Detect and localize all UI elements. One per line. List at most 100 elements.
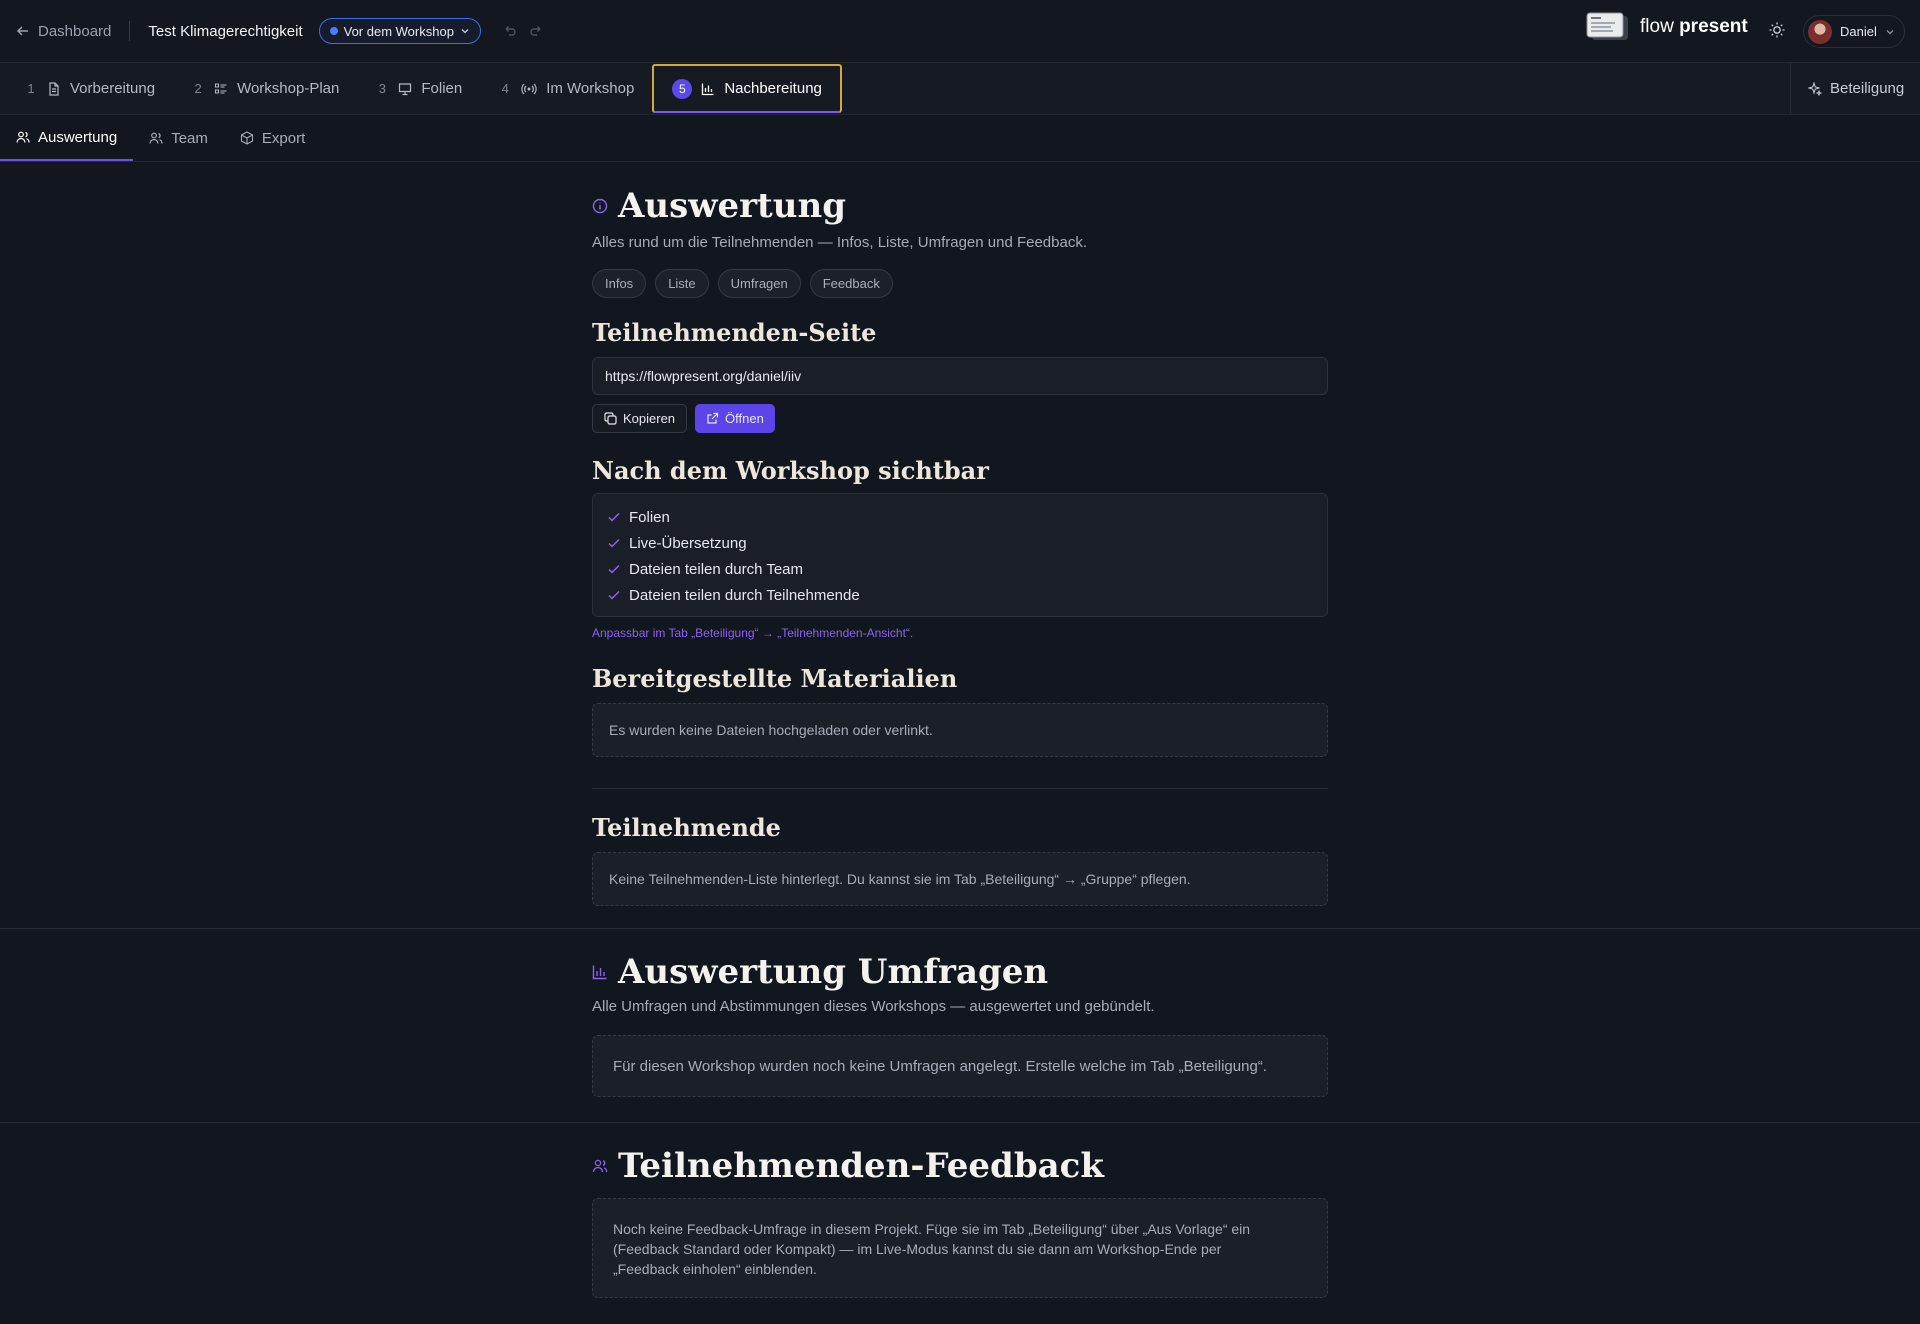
status-dot-icon	[329, 27, 338, 35]
redo-icon[interactable]	[529, 24, 543, 38]
empty-state-line: (Feedback Standard oder Kompakt) — im Li…	[613, 1241, 1222, 1257]
undo-icon[interactable]	[503, 24, 517, 38]
copy-label: Kopieren	[623, 411, 676, 426]
step-label: Im Workshop	[546, 80, 635, 97]
auswertung-section: Auswertung Alles rund um die Teilnehmend…	[592, 186, 1328, 298]
list-item: Dateien teilen durch Team	[607, 556, 1313, 582]
subtab-auswertung[interactable]: Auswertung	[0, 115, 134, 161]
umfragen-section: Auswertung Umfragen Alle Umfragen und Ab…	[592, 952, 1328, 1097]
chip-umfragen[interactable]: Umfragen	[717, 269, 801, 298]
sparkles-icon	[1808, 81, 1822, 96]
step-tab-nachbereitung[interactable]: 5 Nachbereitung	[652, 64, 842, 113]
list-item-label: Dateien teilen durch Team	[629, 560, 803, 578]
open-label: Öffnen	[725, 411, 764, 426]
empty-state: Für diesen Workshop wurden noch keine Um…	[592, 1035, 1328, 1097]
empty-state: Keine Teilnehmenden-Liste hinterlegt. Du…	[592, 852, 1328, 906]
subtabs: Auswertung Team Export	[0, 115, 1920, 162]
user-name: Daniel	[1840, 24, 1877, 39]
divider	[0, 928, 1920, 929]
project-title: Test Klimagerechtigkeit	[148, 22, 303, 40]
info-icon	[592, 198, 608, 214]
divider	[0, 1122, 1920, 1123]
empty-state: Es wurden keine Dateien hochgeladen oder…	[592, 703, 1328, 757]
section-title: Auswertung Umfragen	[592, 952, 1328, 992]
list-item: Folien	[607, 504, 1313, 530]
workflow-steps: 1 Vorbereitung 2 Workshop-Plan 3 Folien …	[0, 63, 1920, 115]
step-label: Folien	[421, 80, 463, 97]
check-icon	[607, 588, 621, 602]
section-title: Teilnehmende	[592, 813, 781, 842]
status-label: Vor dem Workshop	[343, 23, 454, 39]
chip-feedback[interactable]: Feedback	[809, 269, 893, 298]
broadcast-icon	[521, 82, 537, 96]
list-item-label: Dateien teilen durch Teilnehmende	[629, 586, 860, 604]
beteiligung-button[interactable]: Beteiligung	[1790, 63, 1920, 114]
check-icon	[607, 536, 621, 550]
step-number: 1	[27, 81, 35, 96]
page-title: Auswertung	[592, 186, 1328, 226]
section-title-text: Teilnehmenden-Feedback	[618, 1146, 1104, 1186]
nach-workshop-section: Nach dem Workshop sichtbar Folien Live-Ü…	[592, 456, 1328, 640]
step-number: 4	[501, 81, 509, 96]
presentation-icon	[398, 82, 412, 96]
page-title-text: Auswertung	[618, 186, 846, 226]
list-icon	[214, 82, 228, 96]
list-item-label: Live-Übersetzung	[629, 534, 747, 552]
check-icon	[607, 510, 621, 524]
beteiligung-label: Beteiligung	[1830, 80, 1905, 97]
step-tab-im-workshop[interactable]: 4 Im Workshop	[480, 63, 652, 114]
step-number: 5	[672, 78, 693, 99]
subtab-export[interactable]: Export	[224, 115, 321, 161]
package-icon	[240, 131, 254, 145]
section-title: Teilnehmenden-Feedback	[592, 1146, 1328, 1186]
brand-name: flow present	[1640, 16, 1748, 37]
subtab-label: Team	[171, 129, 208, 147]
open-button[interactable]: Öffnen	[695, 404, 775, 433]
divider	[592, 788, 1328, 789]
step-tab-workshop-plan[interactable]: 2 Workshop-Plan	[173, 63, 357, 114]
check-icon	[607, 562, 621, 576]
step-label: Nachbereitung	[724, 80, 822, 97]
sun-icon[interactable]	[1768, 21, 1786, 39]
chip-liste[interactable]: Liste	[655, 269, 709, 298]
step-tab-vorbereitung[interactable]: 1 Vorbereitung	[6, 63, 173, 114]
participant-url-field[interactable]: https://flowpresent.org/daniel/iiv	[592, 357, 1328, 395]
arrow-left-icon	[16, 24, 30, 38]
back-label: Dashboard	[38, 22, 112, 40]
bar-chart-icon	[592, 964, 608, 980]
user-menu[interactable]: Daniel	[1803, 15, 1905, 48]
subtab-label: Auswertung	[38, 128, 118, 146]
step-label: Workshop-Plan	[237, 80, 340, 97]
users-icon	[16, 130, 30, 144]
teilnehmende-section: Teilnehmende Keine Teilnehmenden-Liste h…	[592, 813, 1328, 906]
copy-button[interactable]: Kopieren	[592, 404, 688, 433]
chevron-down-icon	[1885, 27, 1895, 37]
avatar	[1808, 19, 1832, 44]
back-to-dashboard-link[interactable]: Dashboard	[16, 23, 111, 40]
section-title: Teilnehmenden-Seite	[592, 318, 877, 347]
step-number: 3	[378, 81, 386, 96]
step-number: 2	[194, 81, 202, 96]
bar-chart-icon	[701, 82, 715, 96]
settings-hint: Anpassbar im Tab „Beteiligung“ → „Teilne…	[592, 626, 914, 640]
section-chips: Infos Liste Umfragen Feedback	[592, 269, 1328, 298]
document-icon	[47, 81, 61, 96]
chevron-down-icon	[460, 26, 470, 36]
top-bar: Dashboard Test Klimagerechtigkeit Vor de…	[0, 0, 1920, 63]
copy-icon	[604, 412, 617, 425]
step-label: Vorbereitung	[70, 80, 156, 97]
visibility-list: Folien Live-Übersetzung Dateien teilen d…	[592, 493, 1328, 617]
subtab-team[interactable]: Team	[133, 115, 224, 161]
empty-state: Noch keine Feedback-Umfrage in diesem Pr…	[592, 1198, 1328, 1298]
chip-infos[interactable]: Infos	[592, 269, 647, 298]
teilnehmenden-seite-section: Teilnehmenden-Seite https://flowpresent.…	[592, 318, 1328, 433]
flowpresent-logo-icon	[1586, 12, 1630, 42]
workshop-status-dropdown[interactable]: Vor dem Workshop	[318, 18, 481, 44]
divider	[129, 21, 131, 41]
empty-state-line: „Feedback einholen“ einblenden.	[613, 1261, 817, 1277]
step-tab-folien[interactable]: 3 Folien	[357, 63, 480, 114]
brand-logo: flow present	[1586, 12, 1748, 42]
list-item: Live-Übersetzung	[607, 530, 1313, 556]
section-title-text: Auswertung Umfragen	[618, 952, 1049, 992]
external-link-icon	[706, 412, 719, 425]
